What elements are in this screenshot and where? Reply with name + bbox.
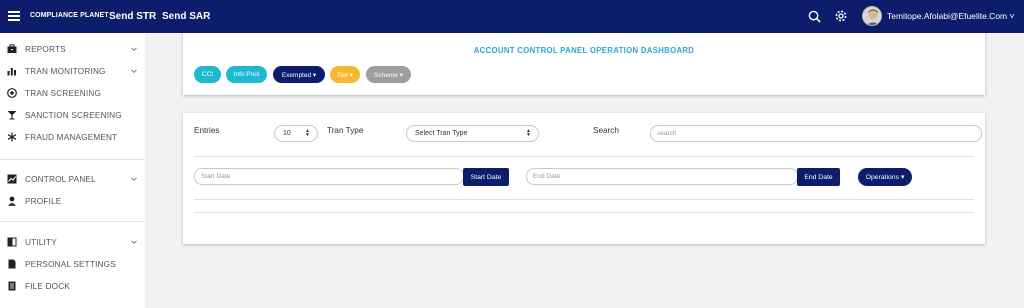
select-arrows-icon: ▲ ▼ [305, 128, 310, 138]
user-menu[interactable]: Temitope.Afolabi@Efuelite.Com ˅ [887, 11, 1014, 21]
sidebar-item-label: SANCTION SCREENING [25, 110, 122, 120]
sidebar-item-label: CONTROL PANEL [25, 174, 96, 184]
bar-chart-icon [7, 68, 16, 76]
tier-dropdown[interactable]: Tier ▾ [330, 66, 360, 83]
sidebar-divider [0, 221, 145, 222]
tran-type-label: Tran Type [327, 126, 364, 135]
select-arrows-icon: ▲ ▼ [526, 128, 531, 138]
start-date-button[interactable]: Start Date [463, 168, 509, 186]
end-date-button[interactable]: End Date [797, 168, 840, 186]
document-icon [8, 281, 16, 291]
search-icon[interactable] [808, 10, 821, 23]
chevron-down-icon [131, 240, 137, 245]
menu-icon[interactable] [8, 11, 20, 21]
filters-card: Entries 10 ▲ ▼ Tran Type Select Tran Type… [183, 113, 985, 244]
briefcase-icon [7, 44, 17, 53]
line-chart-icon [7, 174, 17, 184]
entries-label: Entries [194, 126, 220, 135]
exempted-dropdown[interactable]: Exempted ▾ [273, 66, 325, 83]
book-icon [7, 237, 17, 247]
tran-type-value: Select Tran Type [415, 130, 468, 137]
chevron-down-icon [131, 177, 137, 182]
tran-type-select[interactable]: Select Tran Type ▲ ▼ [406, 125, 539, 142]
send-str-link[interactable]: Send STR [109, 11, 156, 22]
sidebar-item-control-panel[interactable]: CONTROL PANEL [0, 169, 145, 189]
avatar[interactable] [862, 6, 882, 26]
sidebar-item-utility[interactable]: UTILITY [0, 232, 145, 252]
user-icon [8, 196, 16, 206]
file-icon [8, 259, 16, 269]
top-navbar: COMPLIANCE PLANET Send STR Send SAR Temi… [0, 0, 1024, 33]
sidebar: REPORTS TRAN MONITORING TRAN SCREENING S… [0, 33, 145, 308]
divider [194, 156, 974, 157]
sidebar-item-label: FILE DOCK [25, 281, 71, 291]
sidebar-divider [0, 159, 145, 160]
operations-dropdown[interactable]: Operations ▾ [858, 168, 912, 186]
divider [194, 212, 974, 213]
sidebar-item-label: TRAN SCREENING [25, 88, 102, 98]
chevron-down-icon [131, 47, 137, 52]
page-title: ACCOUNT CONTROL PANEL OPERATION DASHBOAR… [473, 46, 695, 55]
divider [194, 199, 974, 200]
sidebar-item-tran-screening[interactable]: TRAN SCREENING [0, 83, 145, 103]
sidebar-item-file-dock[interactable]: FILE DOCK [0, 276, 145, 296]
globe-icon [7, 88, 17, 98]
sidebar-item-label: FRAUD MANAGEMENT [25, 132, 118, 142]
send-sar-link[interactable]: Send SAR [162, 11, 210, 22]
sidebar-item-label: PERSONAL SETTINGS [25, 259, 116, 269]
scheme-dropdown[interactable]: Scheme ▾ [366, 66, 411, 83]
sidebar-item-personal-settings[interactable]: PERSONAL SETTINGS [0, 254, 145, 274]
end-date-input[interactable]: End Date [526, 168, 798, 185]
snowflake-icon [7, 132, 17, 142]
entries-value: 10 [283, 130, 291, 137]
search-input[interactable]: search [650, 125, 982, 142]
sidebar-item-tran-monitoring[interactable]: TRAN MONITORING [0, 61, 145, 81]
sidebar-item-sanction-screening[interactable]: SANCTION SCREENING [0, 105, 145, 125]
sidebar-item-label: PROFILE [25, 196, 62, 206]
gear-icon[interactable] [834, 9, 848, 23]
search-label: Search [593, 126, 619, 135]
sidebar-item-fraud-management[interactable]: FRAUD MANAGEMENT [0, 127, 145, 147]
sidebar-item-label: REPORTS [25, 44, 66, 54]
sidebar-item-label: TRAN MONITORING [25, 66, 106, 76]
dashboard-header-card: ACCOUNT CONTROL PANEL OPERATION DASHBOAR… [183, 33, 985, 95]
brand-name: COMPLIANCE PLANET [30, 12, 109, 19]
sidebar-item-reports[interactable]: REPORTS [0, 39, 145, 59]
sidebar-item-profile[interactable]: PROFILE [0, 191, 145, 211]
cci-button[interactable]: CCI [194, 66, 221, 83]
info-pool-button[interactable]: Info Pool [226, 66, 267, 83]
entries-select[interactable]: 10 ▲ ▼ [274, 125, 318, 142]
cocktail-icon [7, 111, 17, 120]
chevron-down-icon [131, 69, 137, 74]
start-date-input[interactable]: Start Date [194, 168, 464, 185]
sidebar-item-label: UTILITY [25, 237, 57, 247]
